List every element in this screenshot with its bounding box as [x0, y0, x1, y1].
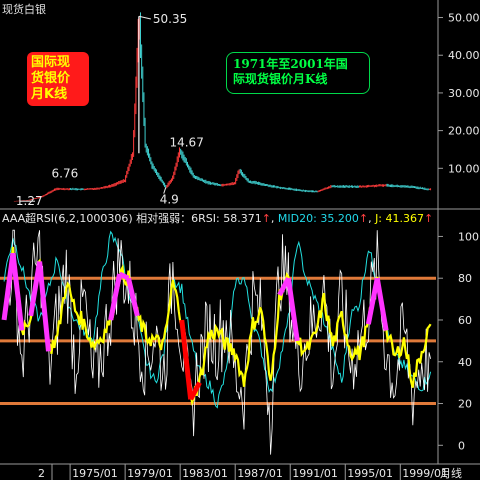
price-ytick-label: 30.00	[448, 87, 480, 100]
peak-label: 50.35	[153, 12, 187, 26]
xaxis-label: 1979/01	[127, 467, 173, 480]
xaxis-label: 1995/01	[347, 467, 393, 480]
mid20-label: MID20:	[277, 212, 317, 225]
xaxis-first-label: 2	[38, 467, 45, 480]
price-ytick-label: 50.00	[448, 12, 480, 25]
ind-ytick-label: 20	[458, 398, 472, 411]
xaxis-label: 1991/01	[292, 467, 338, 480]
ind-ytick-label: 60	[458, 314, 472, 327]
ind-ytick-label: 0	[458, 439, 465, 452]
mid-peak-label: 14.67	[169, 136, 203, 150]
green-caption-line-1: 1971年至2001年国	[233, 57, 348, 71]
instrument-title: 现货白银	[2, 3, 46, 16]
early-label: 6.76	[52, 167, 79, 181]
trough-label: 4.9	[160, 193, 179, 207]
price-ytick-label: 20.00	[448, 125, 480, 138]
j-arrow: ↑	[424, 212, 434, 225]
indicator-name: AAA超RSI(6,2,1000306) 相对强弱：6RSI:	[2, 212, 220, 225]
green-caption-line-2: 际现货银价月K线	[233, 72, 328, 86]
j-label: J:	[375, 212, 383, 225]
rsi-arrow: ↑	[261, 212, 271, 225]
xaxis-label: 1983/01	[182, 467, 228, 480]
j-value: 41.367	[385, 212, 425, 225]
mid20-value: 35.200	[320, 212, 359, 225]
xaxis-label: 1987/01	[237, 467, 283, 480]
ind-ytick-label: 40	[458, 356, 472, 369]
ind-ytick-label: 100	[458, 230, 479, 243]
red-caption-line-1: 国际现	[31, 55, 71, 70]
mid20-arrow: ↑	[358, 212, 369, 225]
ind-ytick-label: 80	[458, 272, 472, 285]
green-caption-box: 1971年至2001年国 际现货银价月K线	[226, 52, 370, 94]
red-caption-box: 国际现 货银价 月K线	[27, 52, 89, 106]
red-caption-line-2: 货银价	[31, 71, 71, 86]
red-caption-line-3: 月K线	[31, 87, 68, 102]
price-ytick-label: 10.00	[448, 162, 480, 175]
rsi-overbought-segment	[10, 252, 25, 331]
price-ytick-label: 40.00	[448, 49, 480, 62]
indicator-header: AAA超RSI(6,2,1000306) 相对强弱：6RSI: 58.371↑,…	[2, 212, 434, 225]
low-label: 1.27	[16, 194, 43, 208]
xaxis-unit-label: 月线	[440, 466, 462, 480]
rsi-value: 58.371	[223, 212, 262, 225]
xaxis-label: 1975/01	[72, 467, 118, 480]
